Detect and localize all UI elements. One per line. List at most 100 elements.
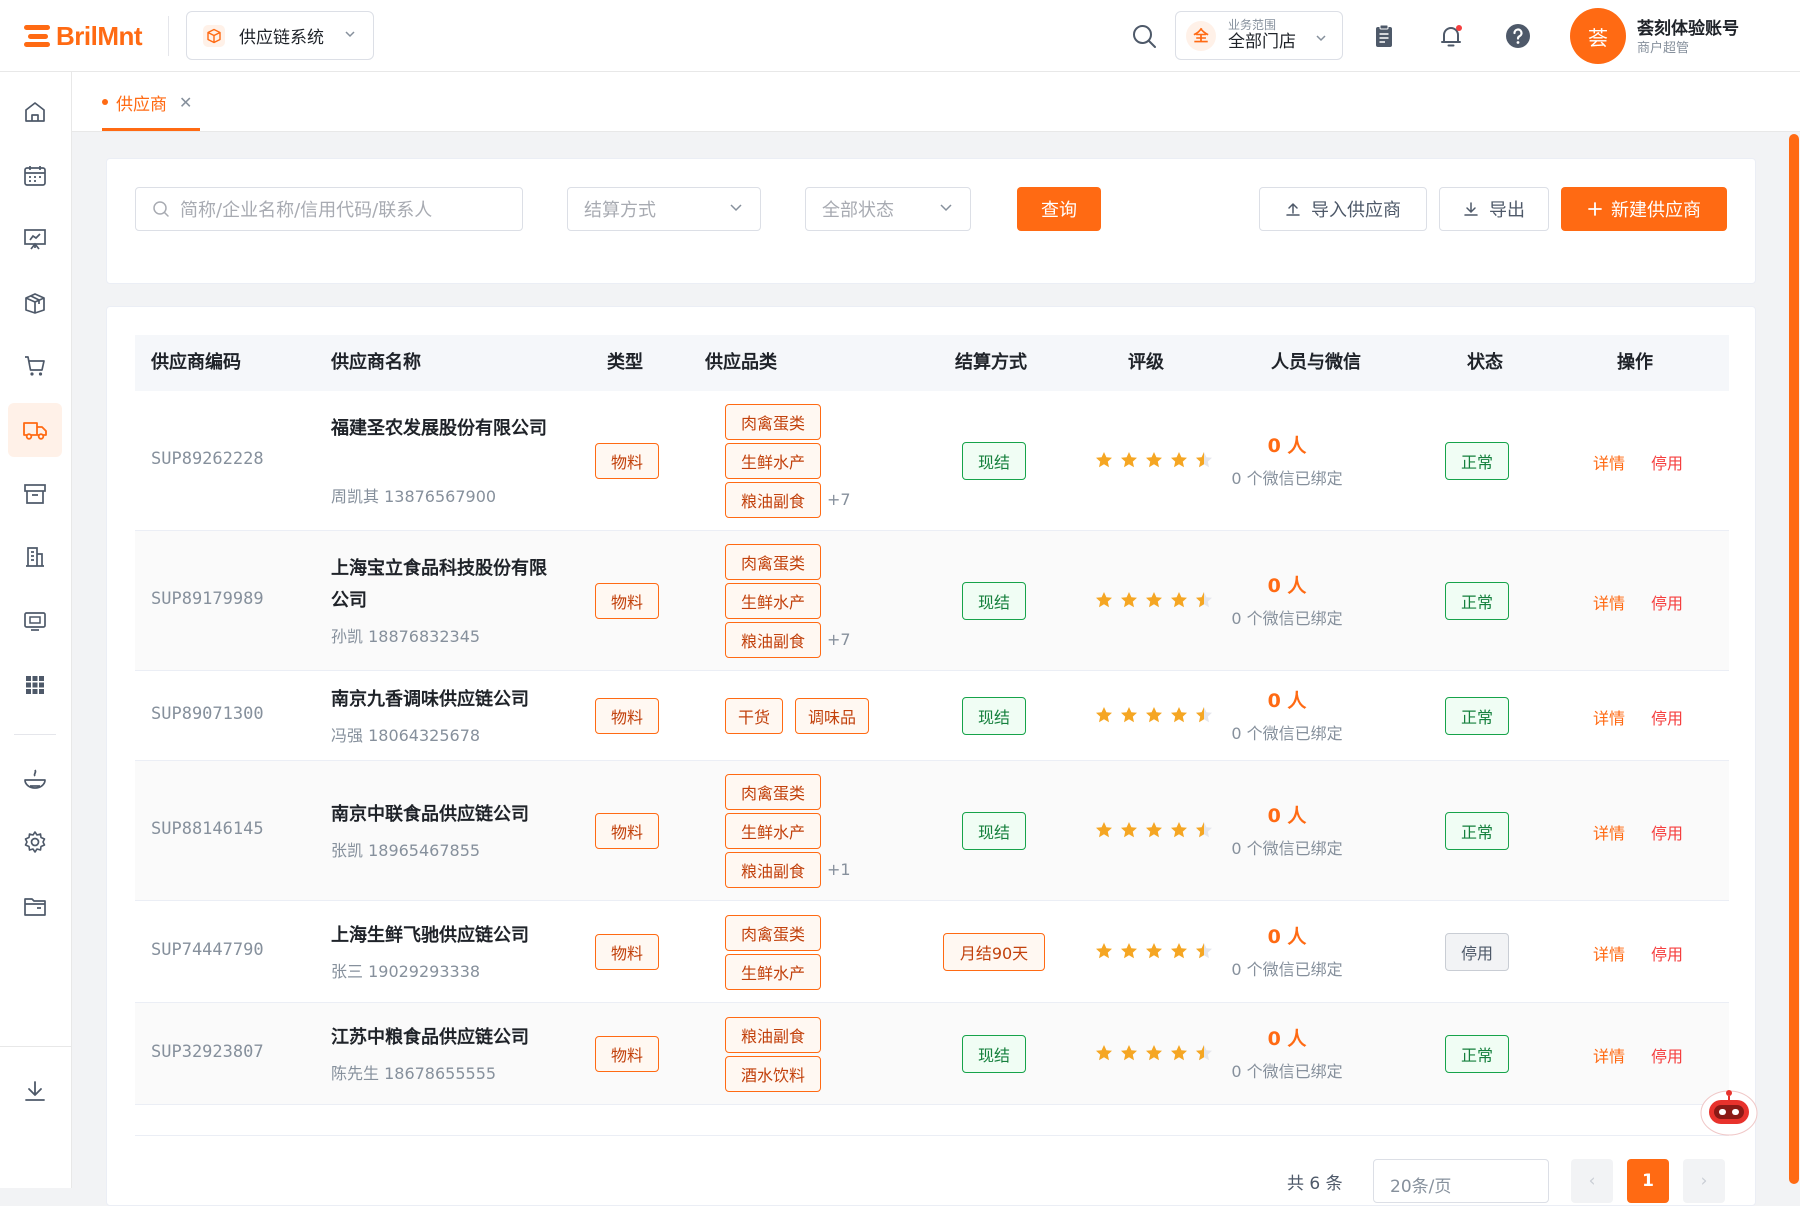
category-tag: 生鲜水产 <box>725 443 821 479</box>
detail-link[interactable]: 详情 <box>1593 1043 1625 1067</box>
star-icon <box>1171 943 1187 959</box>
nav-divider <box>14 734 56 735</box>
tab-active-indicator <box>102 128 200 131</box>
nav-gear-icon[interactable] <box>8 815 62 869</box>
nav-home-icon[interactable] <box>8 85 62 139</box>
import-supplier-button[interactable]: 导入供应商 <box>1259 187 1427 231</box>
tab-label: 供应商 <box>116 94 167 115</box>
nav-cart-icon[interactable] <box>8 339 62 393</box>
supplier-contact: 张三 19029293338 <box>331 962 481 981</box>
nav-folder-icon[interactable] <box>8 879 62 933</box>
new-supplier-button[interactable]: 新建供应商 <box>1561 187 1727 231</box>
star-icon <box>1171 452 1187 468</box>
rating-stars <box>1095 821 1213 839</box>
nav-dish-icon[interactable] <box>8 752 62 806</box>
table-row[interactable]: SUP89071300 南京九香调味供应链公司 冯强 18064325678 物料 干货… <box>135 671 1729 761</box>
next-page-button[interactable]: › <box>1683 1159 1725 1203</box>
table-row[interactable]: SUP89262228 福建圣农发展股份有限公司 周凯其 13876567900 物料… <box>135 391 1729 531</box>
detail-link[interactable]: 详情 <box>1593 590 1625 614</box>
star-icon <box>1121 822 1137 838</box>
table-row[interactable]: SUP32923807 江苏中粮食品供应链公司 陈先生 18678655555 物料 粮… <box>135 1003 1729 1105</box>
bell-icon[interactable] <box>1437 22 1465 50</box>
disable-link[interactable]: 停用 <box>1651 941 1683 965</box>
nav-board-icon[interactable] <box>8 212 62 266</box>
tab-supplier[interactable]: 供应商 ✕ <box>102 72 192 132</box>
scope-label: 业务范围 <box>1228 17 1277 32</box>
category-tag: 干货 <box>725 698 784 734</box>
settlement-select[interactable]: 结算方式 <box>567 187 761 231</box>
export-label: 导出 <box>1489 200 1525 221</box>
status-select[interactable]: 全部状态 <box>805 187 971 231</box>
search-icon[interactable] <box>1130 22 1158 50</box>
nav-monitor-icon[interactable] <box>8 594 62 648</box>
detail-link[interactable]: 详情 <box>1593 820 1625 844</box>
logo-text: BrilMnt <box>56 20 143 51</box>
star-icon <box>1171 822 1187 838</box>
supplier-name: 上海宝立食品科技股份有限公司 <box>331 558 547 611</box>
help-icon[interactable] <box>1504 22 1532 50</box>
nav-download-icon[interactable] <box>8 1064 62 1118</box>
disable-link[interactable]: 停用 <box>1651 1043 1683 1067</box>
col-code: 供应商编码 <box>151 352 241 373</box>
supplier-code: SUP89179989 <box>151 589 264 609</box>
page-scrollbar[interactable] <box>1789 134 1799 1184</box>
detail-link[interactable]: 详情 <box>1593 705 1625 729</box>
logo[interactable]: BrilMnt <box>24 18 143 54</box>
chevron-down-icon <box>1314 30 1328 49</box>
category-tag: 酒水饮料 <box>725 1055 821 1092</box>
system-select[interactable]: 供应链系统 <box>186 11 374 60</box>
close-icon[interactable]: ✕ <box>179 93 192 112</box>
export-button[interactable]: 导出 <box>1439 187 1549 231</box>
wechat-bound: 0 个微信已绑定 <box>1231 609 1343 628</box>
query-button[interactable]: 查询 <box>1017 187 1101 231</box>
table-row[interactable]: SUP74447790 上海生鲜飞驰供应链公司 张三 19029293338 物料 肉禽… <box>135 901 1729 1003</box>
disable-link[interactable]: 停用 <box>1651 450 1683 474</box>
detail-link[interactable]: 详情 <box>1593 450 1625 474</box>
filter-panel: 简称/企业名称/信用代码/联系人 结算方式 全部状态 查询 导入供应商 导出 新… <box>106 158 1756 284</box>
nav-building-icon[interactable] <box>8 530 62 584</box>
nav-archive-icon[interactable] <box>8 467 62 521</box>
supplier-code: SUP88146145 <box>151 819 264 839</box>
people-count: 0 人 <box>1267 690 1307 712</box>
table-row[interactable]: SUP88146145 南京中联食品供应链公司 张凯 18965467855 物料 肉禽… <box>135 761 1729 901</box>
page-button-current[interactable]: 1 <box>1627 1159 1669 1203</box>
supplier-contact: 周凯其 13876567900 <box>331 487 497 506</box>
category-more-count[interactable]: +1 <box>827 860 851 879</box>
nav-grid-icon[interactable] <box>8 658 62 712</box>
disable-link[interactable]: 停用 <box>1651 590 1683 614</box>
clipboard-icon[interactable] <box>1370 22 1398 50</box>
supplier-code: SUP89071300 <box>151 704 264 724</box>
new-supplier-label: 新建供应商 <box>1611 200 1701 221</box>
avatar[interactable]: 荟 <box>1570 8 1626 64</box>
page-size-select[interactable]: 20条/页 <box>1373 1159 1549 1203</box>
disable-link[interactable]: 停用 <box>1651 705 1683 729</box>
type-tag: 物料 <box>595 583 659 619</box>
category-tag: 肉禽蛋类 <box>725 544 821 580</box>
assistant-robot-icon[interactable] <box>1697 1083 1761 1139</box>
wechat-bound: 0 个微信已绑定 <box>1231 839 1343 858</box>
type-tag: 物料 <box>595 1036 659 1072</box>
prev-page-button[interactable]: ‹ <box>1571 1159 1613 1203</box>
rating-stars <box>1095 591 1213 609</box>
disable-link[interactable]: 停用 <box>1651 820 1683 844</box>
settlement-tag: 现结 <box>962 1035 1026 1073</box>
search-placeholder: 简称/企业名称/信用代码/联系人 <box>180 200 433 221</box>
category-tag: 粮油副食 <box>725 622 821 658</box>
business-scope-select[interactable]: 全 业务范围 全部门店 <box>1175 11 1343 60</box>
status-badge: 停用 <box>1445 933 1509 971</box>
star-icon <box>1121 592 1137 608</box>
category-more-count[interactable]: +7 <box>827 490 851 509</box>
col-status: 状态 <box>1467 352 1503 373</box>
star-icon <box>1171 707 1187 723</box>
detail-link[interactable]: 详情 <box>1593 941 1625 965</box>
col-people: 人员与微信 <box>1271 352 1361 373</box>
nav-truck-icon[interactable] <box>8 403 62 457</box>
nav-package-icon[interactable] <box>8 276 62 330</box>
category-more-count[interactable]: +7 <box>827 630 851 649</box>
search-input[interactable]: 简称/企业名称/信用代码/联系人 <box>135 187 523 231</box>
star-icon <box>1096 707 1112 723</box>
nav-calendar-icon[interactable] <box>8 149 62 203</box>
table-row[interactable]: SUP89179989 上海宝立食品科技股份有限公司 孙凯 18876832345 物… <box>135 531 1729 671</box>
category-tag: 生鲜水产 <box>725 583 821 619</box>
user-name[interactable]: 荟刻体验账号 <box>1637 14 1739 39</box>
